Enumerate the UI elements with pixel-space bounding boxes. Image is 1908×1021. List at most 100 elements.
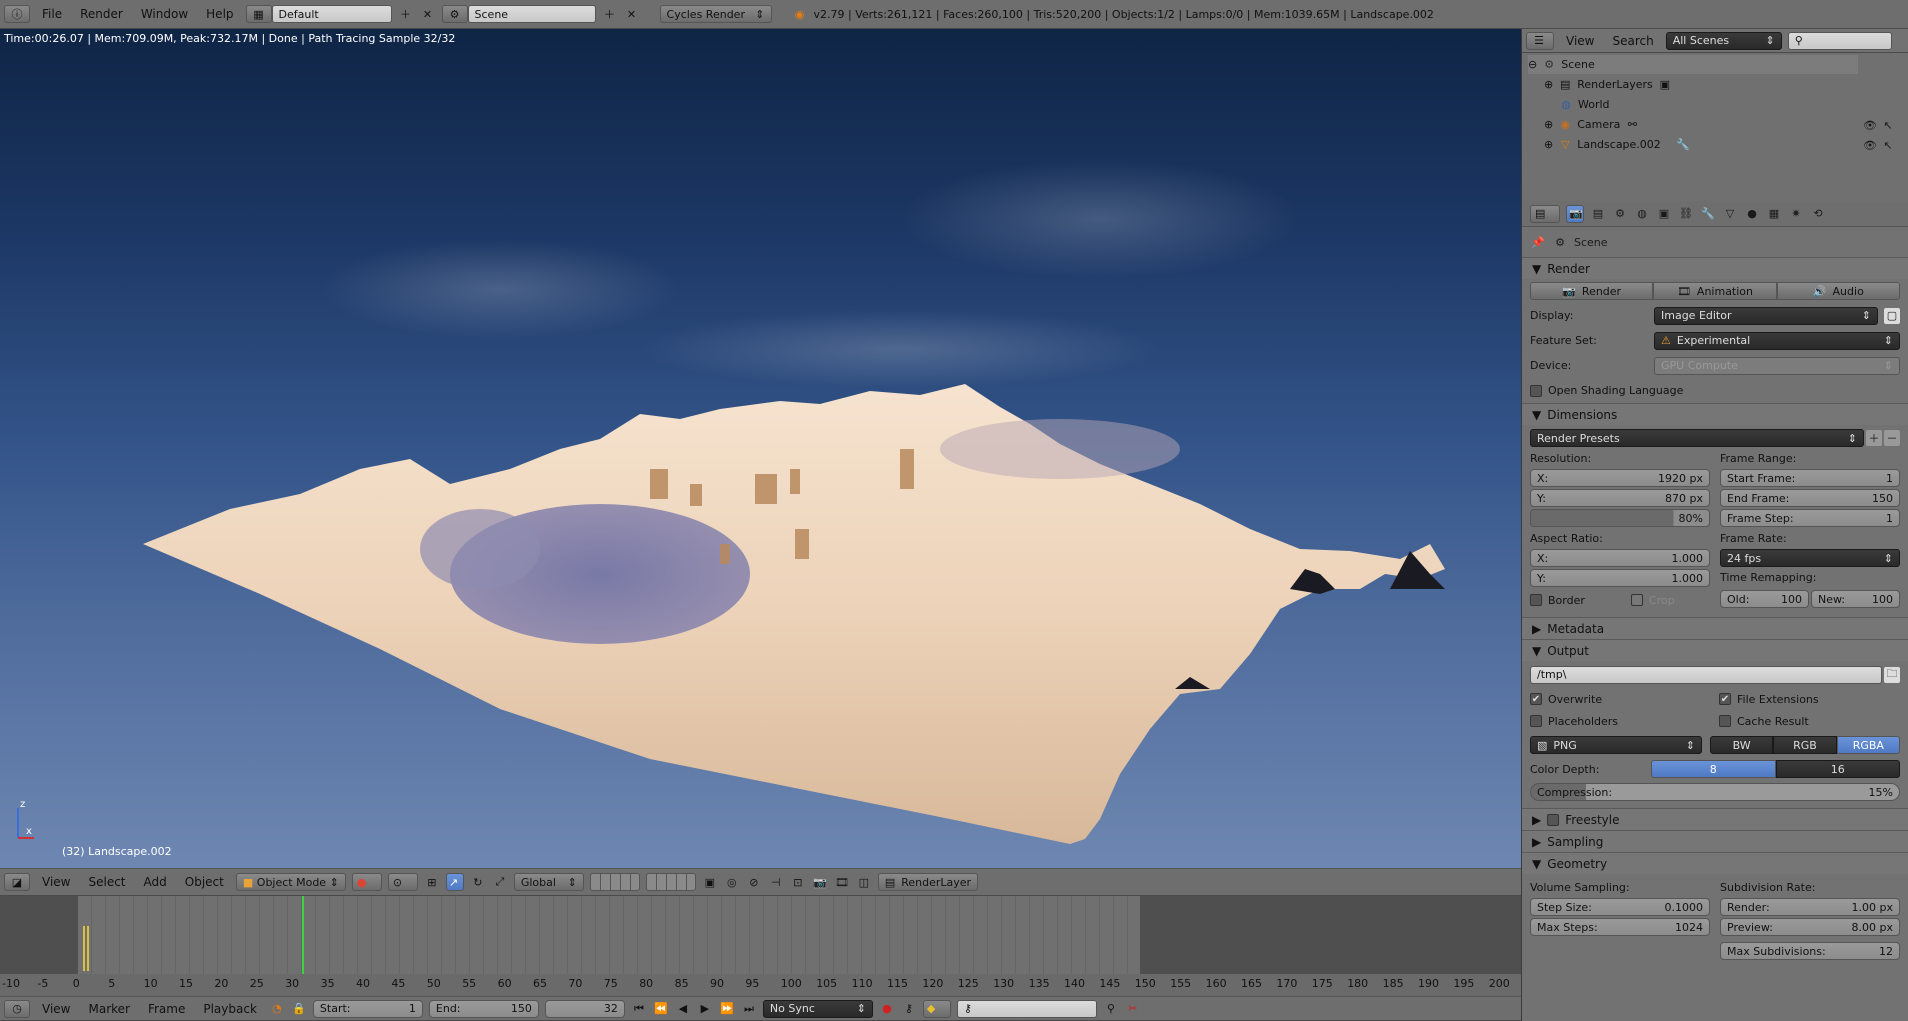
- subdiv-preview-field[interactable]: Preview: 8.00 px: [1720, 918, 1900, 936]
- animation-button[interactable]: 🎞 Animation: [1653, 282, 1777, 300]
- add-scene-icon[interactable]: ＋: [602, 6, 618, 22]
- menu-select[interactable]: Select: [82, 875, 131, 889]
- next-keyframe-icon[interactable]: ⏩: [719, 1001, 735, 1017]
- menu-view[interactable]: View: [36, 875, 76, 889]
- keying-set-icon[interactable]: ⚷: [901, 1001, 917, 1017]
- scale-manipulator-icon[interactable]: ⤢: [492, 874, 508, 890]
- expand-icon[interactable]: ⊕: [1544, 138, 1553, 151]
- panel-freestyle-header[interactable]: ▶ Freestyle: [1522, 808, 1908, 830]
- timeline[interactable]: -10 -5 0 5 10 15 20 25 30 35 40 45 50 55 60 65 70 75 80 85 9…: [0, 896, 1521, 996]
- panel-metadata-header[interactable]: ▶ Metadata: [1522, 617, 1908, 639]
- menu-add[interactable]: Add: [138, 875, 173, 889]
- mode-dropdown[interactable]: ■ Object Mode ⇕: [235, 873, 346, 891]
- visibility-eye-icon[interactable]: 👁: [1862, 117, 1878, 133]
- aspect-x-field[interactable]: X: 1.000: [1530, 549, 1710, 567]
- properties-editor[interactable]: ▤ 📷 ▤ ⚙ ◍ ▣ ⛓ 🔧 ▽ ● ▦ ✷ ⟲ 📌 ⚙ Scene ▼ Ren…: [1522, 201, 1908, 1021]
- render-engine-dropdown[interactable]: Cycles Render ⇕: [659, 5, 772, 23]
- resolution-y-field[interactable]: Y: 870 px: [1530, 489, 1710, 507]
- outliner-search-input[interactable]: ⚲: [1787, 31, 1892, 50]
- tab-constraints-icon[interactable]: ⛓: [1678, 206, 1694, 222]
- tab-object-icon[interactable]: ▣: [1656, 206, 1672, 222]
- tree-item-world[interactable]: ◍ World: [1558, 95, 1609, 114]
- frame-rate-dropdown[interactable]: 24 fps ⇕: [1720, 549, 1900, 567]
- old-field[interactable]: Old: 100: [1720, 590, 1809, 608]
- editor-type-button[interactable]: ◷: [4, 999, 30, 1018]
- audio-button[interactable]: 🔊 Audio: [1776, 282, 1900, 300]
- color-mode-rgb[interactable]: RGB: [1773, 736, 1837, 754]
- remove-preset-icon[interactable]: －: [1884, 430, 1900, 446]
- layout-field[interactable]: Default: [271, 5, 392, 23]
- display-mode-dropdown[interactable]: All Scenes ⇕: [1665, 31, 1782, 50]
- border-checkbox[interactable]: [1530, 594, 1542, 606]
- tab-renderlayers-icon[interactable]: ▤: [1590, 206, 1606, 222]
- prev-keyframe-icon[interactable]: ⏪: [653, 1001, 669, 1017]
- feature-set-dropdown[interactable]: ⚠ Experimental ⇕: [1654, 331, 1900, 350]
- compression-slider[interactable]: Compression: 15%: [1530, 783, 1900, 801]
- 3d-viewport[interactable]: Time:00:26.07 | Mem:709.09M, Peak:732.17…: [0, 29, 1521, 868]
- visibility-eye-icon[interactable]: 👁: [1862, 137, 1878, 153]
- tree-item-renderlayers[interactable]: ⊕ ▤ RenderLayers ▣: [1544, 75, 1673, 94]
- opengl-render-icon[interactable]: 📷: [812, 874, 828, 890]
- menu-search[interactable]: Search: [1606, 34, 1659, 48]
- menu-file[interactable]: File: [36, 7, 68, 21]
- jump-start-icon[interactable]: ⏮: [631, 1001, 647, 1017]
- render-button[interactable]: 📷 Render: [1530, 282, 1654, 300]
- window-icon[interactable]: ▢: [1884, 307, 1900, 324]
- editor-type-button[interactable]: ⓘ: [4, 5, 30, 23]
- outliner[interactable]: ☰ View Search All Scenes ⇕ ⚲ ⊖ ⚙ Scene ⊕ ▤ Re…: [1522, 29, 1908, 201]
- play-icon[interactable]: ▶: [697, 1001, 713, 1017]
- resolution-percent-slider[interactable]: 80%: [1530, 509, 1710, 527]
- end-frame-field[interactable]: End: 150: [428, 999, 539, 1018]
- panel-dimensions-header[interactable]: ▼ Dimensions: [1522, 403, 1908, 425]
- menu-view[interactable]: View: [1560, 34, 1600, 48]
- display-dropdown[interactable]: Image Editor ⇕: [1654, 306, 1878, 325]
- record-icon[interactable]: ●: [879, 1001, 895, 1017]
- menu-marker[interactable]: Marker: [82, 1002, 135, 1016]
- keying-set-field[interactable]: ⚷: [956, 999, 1097, 1018]
- osl-checkbox[interactable]: [1530, 384, 1542, 397]
- editor-type-button[interactable]: ◪: [4, 873, 30, 891]
- proportional-edit-icon[interactable]: ◎: [724, 874, 740, 890]
- current-frame-field[interactable]: 32: [544, 999, 625, 1018]
- tab-texture-icon[interactable]: ▦: [1766, 206, 1782, 222]
- end-frame-field[interactable]: End Frame: 150: [1720, 489, 1900, 507]
- step-size-field[interactable]: Step Size: 0.1000: [1530, 898, 1710, 916]
- max-subdivisions-field[interactable]: Max Subdivisions: 12: [1720, 942, 1900, 960]
- manipulator-icon[interactable]: ⊞: [424, 874, 440, 890]
- editor-type-button[interactable]: ☰: [1526, 31, 1554, 50]
- frame-step-field[interactable]: Frame Step: 1: [1720, 509, 1900, 527]
- layers-grid-1[interactable]: [589, 873, 640, 891]
- subdiv-render-field[interactable]: Render: 1.00 px: [1720, 898, 1900, 916]
- shading-dropdown[interactable]: ●: [351, 873, 382, 891]
- play-reverse-icon[interactable]: ◀: [675, 1001, 691, 1017]
- expand-icon[interactable]: ⊕: [1544, 118, 1553, 131]
- color-depth-16[interactable]: 16: [1775, 760, 1900, 778]
- snap-icon[interactable]: ⊘: [746, 874, 762, 890]
- current-frame-line[interactable]: [302, 896, 304, 974]
- layer-lock-icon[interactable]: ▣: [702, 874, 718, 890]
- aspect-y-field[interactable]: Y: 1.000: [1530, 569, 1710, 587]
- delete-keyframe-icon[interactable]: ✂: [1125, 1001, 1141, 1017]
- tab-scene-icon[interactable]: ⚙: [1612, 206, 1628, 222]
- folder-icon[interactable]: 🗀: [1884, 666, 1900, 683]
- add-layout-icon[interactable]: ＋: [398, 6, 414, 22]
- file-extensions-option[interactable]: ✔ File Extensions: [1719, 693, 1819, 706]
- panel-geometry-header[interactable]: ▼ Geometry: [1522, 852, 1908, 874]
- jump-end-icon[interactable]: ⏭: [741, 1001, 757, 1017]
- keyframe-type-dropdown[interactable]: ◆: [922, 999, 951, 1018]
- collapse-icon[interactable]: ⊖: [1528, 58, 1537, 71]
- color-depth-8[interactable]: 8: [1651, 760, 1776, 778]
- panel-sampling-header[interactable]: ▶ Sampling: [1522, 830, 1908, 852]
- new-field[interactable]: New: 100: [1811, 590, 1900, 608]
- tab-world-icon[interactable]: ◍: [1634, 206, 1650, 222]
- render-layer-field[interactable]: ▤ RenderLayer: [877, 873, 978, 891]
- remove-scene-icon[interactable]: ✕: [624, 6, 640, 22]
- scene-field[interactable]: Scene: [467, 5, 596, 23]
- pin-icon[interactable]: 📌: [1530, 234, 1546, 250]
- cache-result-checkbox[interactable]: [1719, 715, 1731, 727]
- cache-result-option[interactable]: Cache Result: [1719, 715, 1809, 728]
- lock-icon[interactable]: 🔒: [291, 1001, 307, 1017]
- menu-object[interactable]: Object: [179, 875, 230, 889]
- placeholders-option[interactable]: Placeholders: [1530, 715, 1713, 728]
- osl-row[interactable]: Open Shading Language: [1522, 378, 1908, 403]
